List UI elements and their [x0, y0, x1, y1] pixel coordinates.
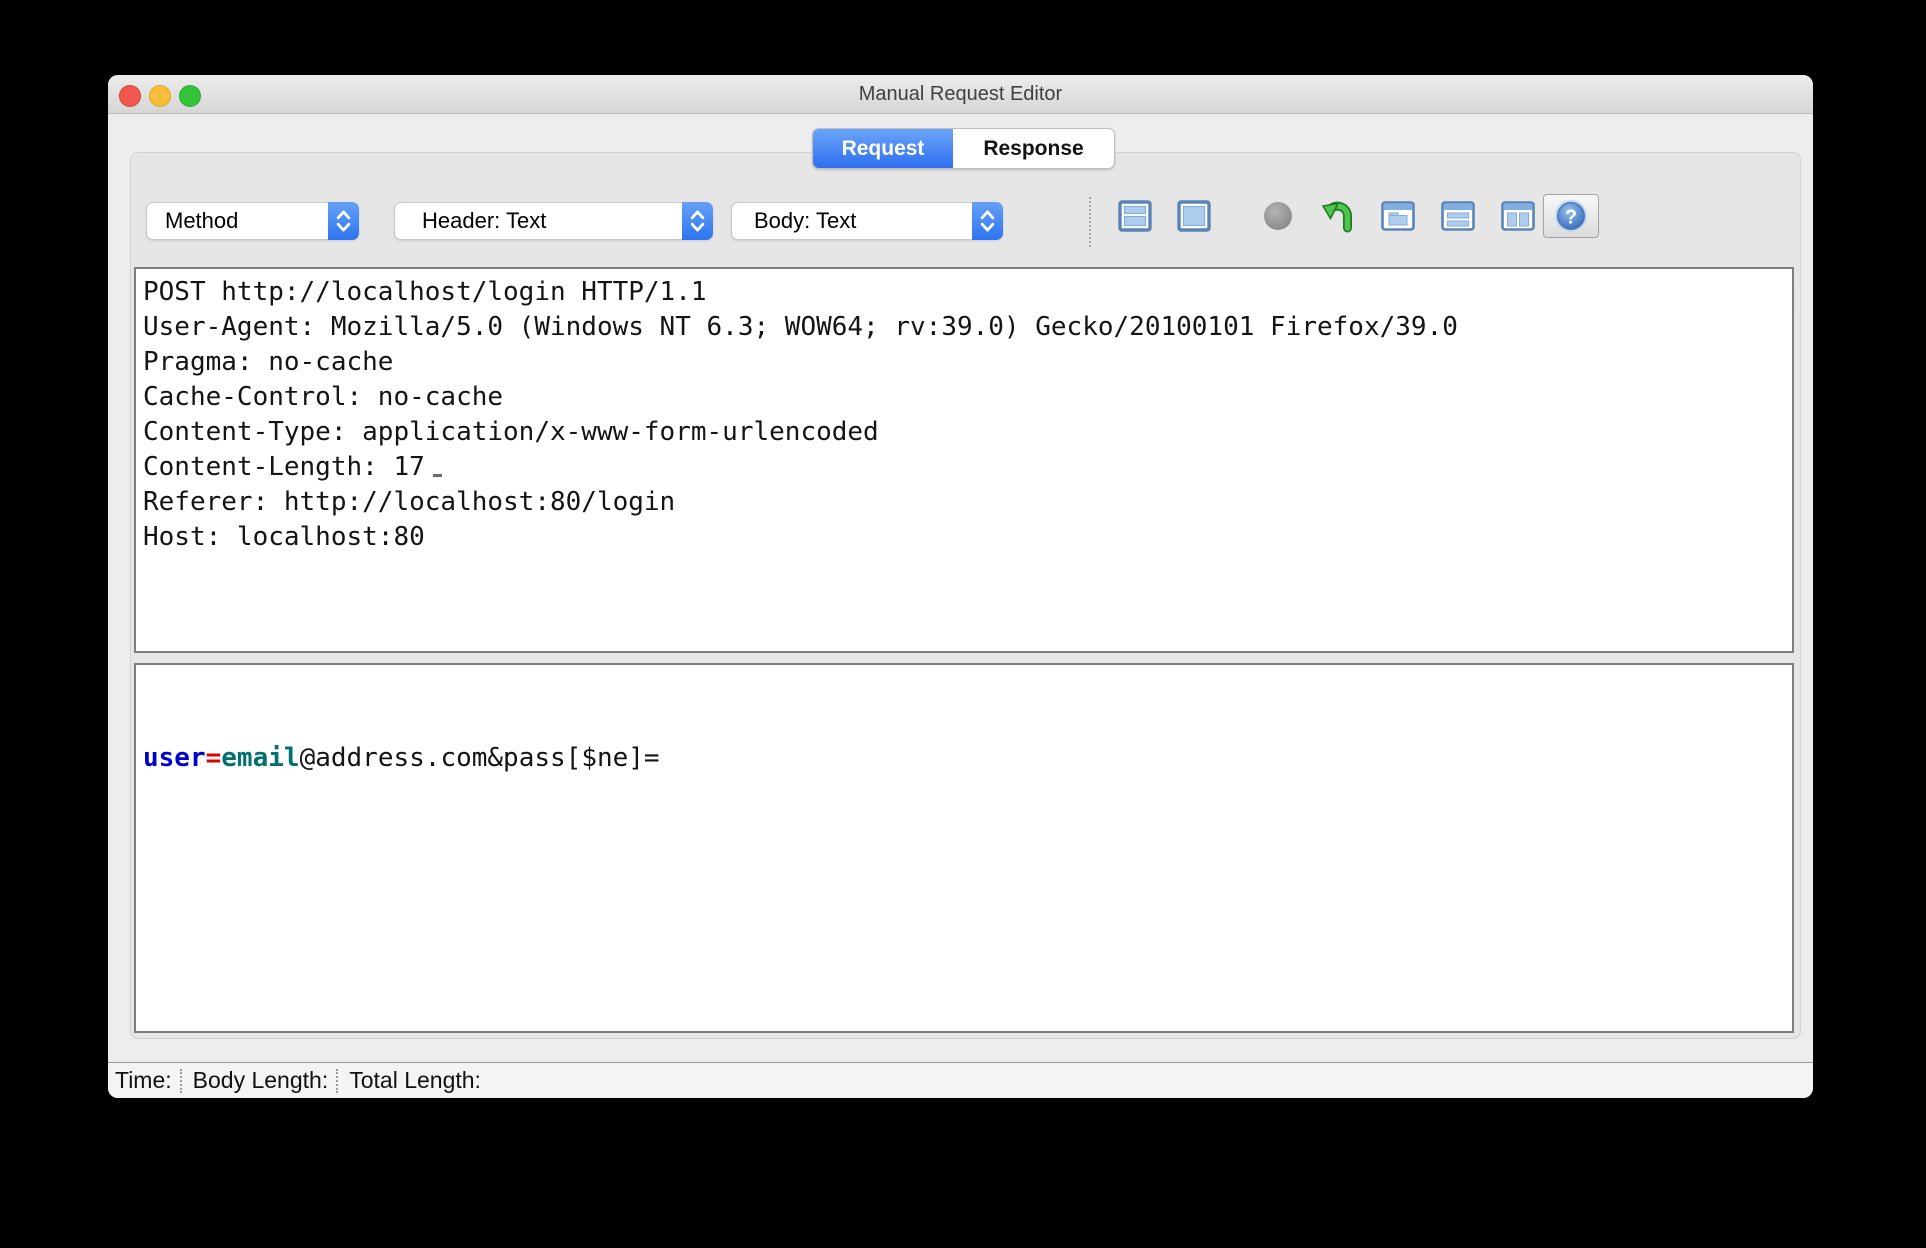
window-title: Manual Request Editor	[858, 83, 1063, 105]
chevron-updown-icon	[972, 202, 1003, 240]
status-separator	[336, 1068, 339, 1093]
columns-layout-icon	[1501, 201, 1535, 231]
titlebar: Manual Request Editor	[108, 75, 1813, 114]
body-format-select[interactable]: Body: Text	[731, 202, 1003, 240]
request-body-line: user=email@address.com&pass[$ne]=	[143, 743, 660, 773]
body-format-select-value: Body: Text	[754, 208, 857, 233]
method-select-value: Method	[165, 208, 239, 233]
tab-split-view-button[interactable]	[1118, 199, 1152, 233]
svg-text:?: ?	[1565, 207, 1577, 229]
follow-redirect-button[interactable]	[1321, 199, 1355, 233]
help-button[interactable]: ?	[1543, 194, 1599, 238]
tab-response[interactable]: Response	[953, 129, 1114, 168]
open-new-window-button[interactable]	[1381, 199, 1415, 233]
body-length-label: Body Length:	[192, 1067, 329, 1093]
header-format-select[interactable]: Header: Text	[394, 202, 713, 240]
request-body-editor[interactable]: user=email@address.com&pass[$ne]=	[134, 663, 1794, 1033]
status-separator	[179, 1068, 182, 1093]
tab-single-view-icon	[1177, 200, 1211, 232]
desktop-background: Manual Request Editor Request Response M…	[0, 0, 1926, 1248]
toolbar-separator	[1089, 197, 1091, 247]
rows-layout-icon	[1441, 201, 1475, 231]
request-panel: Method Header: Text Body: Text ? POST ht…	[130, 152, 1801, 1039]
request-header-editor[interactable]: POST http://localhost/login HTTP/1.1 User…	[134, 267, 1794, 653]
tab-single-view-button[interactable]	[1177, 199, 1211, 233]
tab-split-view-icon	[1118, 200, 1152, 232]
tab-request[interactable]: Request	[813, 129, 953, 168]
method-select[interactable]: Method	[146, 202, 359, 240]
header-format-select-value: Header: Text	[422, 208, 547, 233]
total-length-label: Total Length:	[349, 1067, 481, 1093]
tab-switcher: Request Response	[812, 128, 1115, 169]
columns-layout-button[interactable]	[1501, 199, 1535, 233]
chevron-updown-icon	[328, 202, 359, 240]
status-bar: Time: Body Length: Total Length:	[108, 1062, 1813, 1098]
help-icon: ?	[1554, 199, 1588, 233]
time-label: Time:	[115, 1067, 172, 1093]
rows-layout-button[interactable]	[1441, 199, 1475, 233]
manual-request-editor-window: Manual Request Editor Request Response M…	[108, 75, 1813, 1098]
record-disabled-button[interactable]	[1261, 199, 1295, 233]
chevron-updown-icon	[682, 202, 713, 240]
open-new-window-icon	[1381, 201, 1415, 231]
follow-redirect-arrow-icon	[1321, 201, 1352, 233]
record-disabled-icon	[1264, 202, 1292, 230]
text-cursor-artifact	[433, 474, 442, 477]
